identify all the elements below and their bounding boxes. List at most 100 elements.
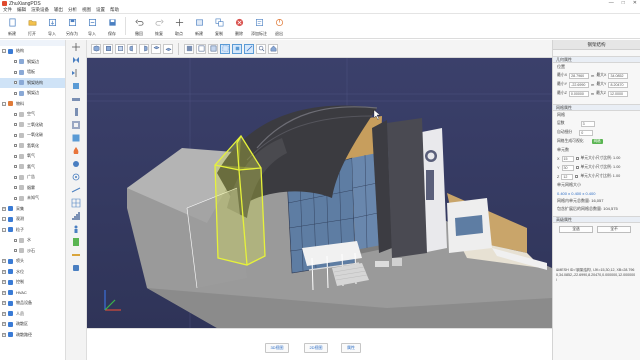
sprinkler-tool-button[interactable] — [69, 159, 84, 169]
menu-help[interactable]: 帮助 — [110, 7, 119, 13]
collapse-icon[interactable]: - — [2, 227, 6, 232]
tab-2d-view[interactable]: 2D视图 — [304, 343, 328, 353]
tree-item[interactable]: - 结构 — [0, 46, 65, 57]
coord-max-input[interactable]: 34.0852 — [608, 72, 629, 79]
tree-item[interactable]: + 喷头 — [0, 256, 65, 267]
exit-door-tool-button[interactable] — [69, 237, 84, 247]
visibility-checkbox[interactable] — [14, 60, 17, 64]
select-edge-button[interactable] — [244, 43, 254, 54]
expand-icon[interactable]: + — [2, 269, 6, 274]
tree-item[interactable]: 一氧化碳 — [0, 130, 65, 141]
box-tool-button[interactable] — [69, 81, 84, 91]
visibility-checkbox[interactable] — [14, 249, 17, 253]
expand-icon[interactable]: + — [2, 280, 6, 285]
visibility-checkbox[interactable] — [14, 196, 17, 200]
tree-item[interactable]: 三氧化硫 — [0, 120, 65, 131]
open-button[interactable]: 打开 — [22, 15, 42, 37]
undo-button[interactable]: 撤回 — [129, 15, 149, 37]
shade-wire-button[interactable] — [196, 43, 206, 54]
shade-solid-button[interactable] — [184, 43, 194, 54]
tree-item[interactable]: + 水位 — [0, 267, 65, 278]
shade-outline-button[interactable] — [208, 43, 218, 54]
advanced-section-header[interactable]: 高级属性 — [553, 216, 640, 223]
tree-item[interactable]: 氧气 — [0, 151, 65, 162]
select-all-button[interactable]: 全选 — [559, 226, 593, 233]
home-view-button[interactable] — [268, 43, 278, 54]
menu-analysis[interactable]: 分析 — [68, 7, 77, 13]
save-button[interactable]: 保存 — [102, 15, 122, 37]
cell-ratio-checkbox[interactable] — [575, 166, 579, 169]
minimize-button[interactable]: — — [609, 0, 614, 6]
coord-max-input[interactable]: 8.20470 — [608, 81, 629, 88]
visibility-checkbox[interactable] — [14, 70, 17, 74]
tree-item[interactable]: - 物料 — [0, 99, 65, 110]
coord-min-input[interactable]: -22.6990 — [569, 81, 590, 88]
save-as-button[interactable]: 另存为 — [62, 15, 82, 37]
tree-item[interactable]: + 采集 — [0, 204, 65, 215]
visibility-checkbox[interactable] — [14, 112, 17, 116]
expand-icon[interactable]: + — [2, 311, 6, 316]
tree-item[interactable]: 钢架边 — [0, 57, 65, 68]
select-none-button[interactable]: 全不 — [597, 226, 631, 233]
menu-render[interactable]: 渲染设备 — [31, 7, 49, 13]
tree-item[interactable]: 水 — [0, 235, 65, 246]
device-tool-button[interactable] — [69, 263, 84, 273]
expand-icon[interactable]: + — [2, 290, 6, 295]
collapse-icon[interactable]: - — [2, 49, 6, 54]
cell-ratio-checkbox[interactable] — [575, 157, 579, 160]
expand-icon[interactable]: + — [2, 259, 6, 264]
collapse-icon[interactable]: - — [2, 101, 6, 106]
tree-item[interactable]: + HVAC — [0, 288, 65, 299]
view-top-button[interactable] — [151, 43, 161, 54]
exit-button[interactable]: 退出 — [269, 15, 289, 37]
view-iso-button[interactable] — [91, 43, 101, 54]
tree-item[interactable]: 墙板 — [0, 67, 65, 78]
menu-settings[interactable]: 设置 — [96, 7, 105, 13]
pick-point-button[interactable]: 取点 — [169, 15, 189, 37]
menu-file[interactable]: 文件 — [3, 7, 12, 13]
visibility-checkbox[interactable] — [14, 154, 17, 158]
expand-icon[interactable]: + — [2, 332, 6, 337]
tree-item[interactable]: - 粒子 — [0, 225, 65, 236]
measure-tool-button[interactable] — [69, 250, 84, 260]
coord-max-input[interactable]: 12.0000 — [608, 90, 629, 97]
cell-ratio-checkbox[interactable] — [575, 175, 579, 178]
tree-item[interactable]: 氯气 — [0, 162, 65, 173]
coord-min-input[interactable]: 0.00000 — [568, 90, 589, 97]
visibility-checkbox[interactable] — [14, 144, 17, 148]
visibility-checkbox[interactable] — [14, 238, 17, 242]
tree-item[interactable]: + 疏散路径 — [0, 330, 65, 341]
annotate-button[interactable]: 添加标注 — [249, 15, 269, 37]
view-left-button[interactable] — [127, 43, 137, 54]
visibility-checkbox[interactable] — [14, 133, 17, 137]
visibility-checkbox[interactable] — [14, 91, 17, 95]
mesh-visual-toggle[interactable]: 网格 — [591, 139, 603, 144]
flip-tool-button[interactable] — [69, 55, 84, 65]
tree-item[interactable]: + 人员 — [0, 309, 65, 320]
stair-tool-button[interactable] — [69, 211, 84, 221]
maximize-button[interactable]: □ — [622, 0, 625, 6]
tree-item[interactable]: + 疏散区 — [0, 319, 65, 330]
tree-item[interactable]: 钢架边 — [0, 88, 65, 99]
tree-item[interactable]: 空气 — [0, 109, 65, 120]
view-back-button[interactable] — [115, 43, 125, 54]
mesh-section-header[interactable]: 网格属性 — [553, 104, 640, 111]
tree-item[interactable]: + 控制 — [0, 277, 65, 288]
tree-item[interactable]: 未知气 — [0, 193, 65, 204]
mirror-tool-button[interactable] — [69, 68, 84, 78]
tree-item[interactable]: 烟雾 — [0, 183, 65, 194]
zoom-fit-button[interactable] — [256, 43, 266, 54]
expand-icon[interactable]: + — [2, 322, 6, 327]
wall-tool-button[interactable] — [69, 107, 84, 117]
slice-tool-button[interactable] — [69, 185, 84, 195]
visibility-checkbox[interactable] — [14, 123, 17, 127]
tree-item[interactable]: 广告 — [0, 172, 65, 183]
vent-tool-button[interactable] — [69, 133, 84, 143]
copy-button[interactable]: 复制 — [209, 15, 229, 37]
expand-icon[interactable]: + — [2, 301, 6, 306]
new-button[interactable]: 新建 — [2, 15, 22, 37]
view-bottom-button[interactable] — [163, 43, 173, 54]
view-right-button[interactable] — [139, 43, 149, 54]
close-button[interactable]: ✕ — [633, 0, 637, 6]
detector-tool-button[interactable] — [69, 172, 84, 182]
